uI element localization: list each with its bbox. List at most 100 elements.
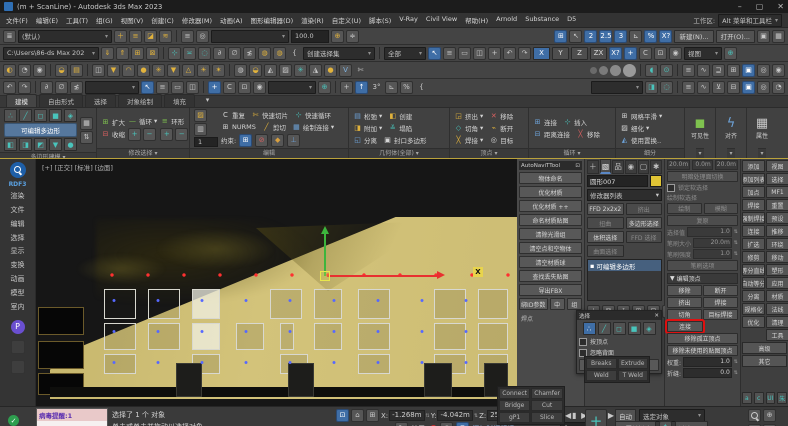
open-file-button[interactable]: 打开(O)... — [716, 30, 755, 43]
ribbon-panel-visibility[interactable]: ◼ 可见性 ▾ — [685, 108, 716, 158]
poly-op-button[interactable]: Bridge — [499, 400, 530, 411]
brush-strength-field[interactable]: 1.0 — [693, 249, 732, 259]
maxscript-mini-listener[interactable]: 病毒提醒:1 — [36, 408, 108, 426]
region-rect-icon[interactable]: ▭ — [171, 81, 184, 94]
plugin-button[interactable]: 重置 — [766, 199, 788, 211]
selection-panel-close-icon[interactable]: ✕ — [654, 313, 659, 319]
poly-op-button[interactable]: Weld — [586, 370, 617, 381]
utilities-tab[interactable]: ✱ — [650, 160, 662, 174]
bind-spacewarp-icon[interactable]: ≴ — [243, 47, 256, 60]
move-icon[interactable]: + — [488, 47, 501, 60]
menu-item[interactable]: 脚本(S) — [369, 15, 391, 25]
gizmo-center[interactable] — [320, 271, 330, 281]
modifier-set-button[interactable]: 曲面选择 — [587, 245, 624, 257]
snap-3d-icon[interactable]: 3 — [614, 30, 627, 43]
selection-value-field[interactable]: 1.0 — [687, 227, 732, 237]
manipulate-icon[interactable]: + — [340, 81, 353, 94]
script-button[interactable]: 导出FBX — [519, 284, 582, 296]
ribbon-tab[interactable]: 对象绘制 — [118, 94, 162, 107]
select-placement-icon[interactable]: ◉ — [253, 81, 266, 94]
extrude-vertex-button[interactable]: 挤出 — [667, 297, 702, 308]
sidebar-item[interactable]: 模型 — [11, 288, 25, 299]
curve-icon[interactable]: ∿ — [697, 81, 710, 94]
close-button[interactable]: ✕ — [777, 2, 784, 11]
array-icon[interactable]: ⊙ — [660, 64, 673, 77]
select-brush-icon[interactable]: ↖ — [569, 30, 582, 43]
preview-multi-icon[interactable]: ◩ — [34, 138, 47, 151]
ribbon-tab[interactable]: 建模 — [6, 94, 37, 107]
import-icon[interactable]: ⇓ — [101, 47, 114, 60]
poly-op-button[interactable]: Cut — [531, 400, 563, 411]
note-icon[interactable]: ◒ — [55, 64, 68, 77]
named-set-dropdown[interactable]: ▾ — [85, 81, 139, 94]
remove-isolated-button[interactable]: 移除孤立顶点 — [667, 333, 738, 344]
big-add-icon[interactable]: + — [585, 409, 607, 426]
modifier-set-button[interactable]: 体积选择 — [587, 231, 624, 243]
select-by-name-icon[interactable]: ≡ — [443, 47, 456, 60]
snap-2d-icon[interactable]: 2 — [584, 30, 597, 43]
cut-button[interactable]: ╱剪切 — [262, 122, 286, 133]
angle-snap-label-icon[interactable]: 3° — [370, 81, 383, 94]
menu-item[interactable]: 图形编辑器(D) — [251, 15, 294, 25]
ribbon-group-modsel[interactable]: 修改选择 ▾ — [97, 148, 189, 158]
editable-poly-button[interactable]: 可编辑多边形 — [4, 123, 77, 137]
ribbon-group-loops[interactable]: 循环 ▾ — [529, 148, 615, 158]
brush-size-field[interactable]: 20.0m — [693, 238, 732, 248]
poly-op-button[interactable]: Connect — [499, 388, 530, 399]
remove-vertex-button[interactable]: 移除 — [667, 285, 702, 296]
chamfer-vertex-button[interactable]: 切角 — [667, 309, 702, 320]
by-vertex-checkbox[interactable] — [579, 338, 587, 346]
select-name-icon[interactable]: ≡ — [156, 81, 169, 94]
plugin-button[interactable]: MF1 — [766, 186, 788, 198]
vertex-subobject-icon[interactable]: ∴ — [583, 322, 596, 335]
menu-item[interactable]: 工具(T) — [66, 15, 88, 25]
align-icon[interactable]: ≑ — [346, 30, 359, 43]
insert-loop-button[interactable]: ⊹插入 — [563, 117, 587, 128]
ab-icon[interactable]: ⊟ — [727, 81, 740, 94]
layer-a-icon[interactable]: ≡ — [682, 81, 695, 94]
bulb-icon[interactable]: ● — [324, 64, 337, 77]
sidebar-item[interactable]: 文件 — [11, 205, 25, 216]
plugin-other-button[interactable]: 其它 — [742, 355, 787, 367]
plugin-button[interactable]: 焊接 — [742, 199, 765, 211]
plugin-button[interactable]: 等分直线 — [742, 264, 765, 276]
toggle-command-icon[interactable]: ⇅ — [80, 131, 93, 144]
bind-icon[interactable]: ≴ — [70, 81, 83, 94]
ribbon-group-geometry[interactable]: 几何体(全部) ▾ — [349, 148, 449, 158]
break-link-icon[interactable]: ∅ — [55, 81, 68, 94]
gear-icon[interactable]: ✳ — [152, 64, 165, 77]
remove-unused-map-button[interactable]: 移除未使用的贴图顶点 — [667, 345, 738, 356]
ring-button[interactable]: ≡环形 — [160, 116, 188, 127]
project-path-dropdown[interactable]: C:\Users\86-ds Max 202▾ — [3, 47, 99, 60]
dome-light-icon[interactable]: ◠ — [122, 64, 135, 77]
blur-button[interactable]: 模糊 — [704, 203, 739, 214]
bubble-value[interactable]: 20.0m — [715, 160, 738, 170]
poly-op-button[interactable]: Breaks — [586, 358, 617, 369]
autosave-icon[interactable]: ▣ — [742, 81, 755, 94]
target-weld-button2[interactable]: 目标焊接 — [703, 309, 738, 320]
teapot-b-icon[interactable]: ◍ — [273, 47, 286, 60]
lock-softsel-checkbox[interactable] — [667, 184, 675, 192]
percent-snap-icon[interactable]: % — [644, 30, 657, 43]
attach-button[interactable]: ◨附加▾ — [353, 123, 382, 134]
save-plus-icon[interactable]: ▦ — [772, 30, 785, 43]
constraint-edge-icon[interactable]: ⊘ — [255, 134, 268, 147]
menu-item[interactable]: D5 — [567, 15, 576, 25]
menu-item[interactable]: V-Ray — [399, 15, 418, 25]
plugin-button[interactable]: 强制焊接 — [742, 212, 765, 224]
display-filter-dropdown[interactable]: ▾ — [211, 30, 289, 43]
object-color-swatch[interactable] — [650, 175, 662, 187]
percent-icon[interactable]: % — [400, 81, 413, 94]
script-button[interactable]: 清空点和空物体 — [519, 242, 582, 254]
paint-button[interactable]: 绘制 — [667, 203, 702, 214]
script-button[interactable]: 优化材质 ++ — [519, 200, 582, 212]
meshsmooth-button[interactable]: ⊞网格平滑▾ — [620, 111, 680, 122]
poly-op-button[interactable]: Extrude — [618, 358, 649, 369]
x-coord-value[interactable]: -1.268m — [389, 410, 424, 421]
motion-tab[interactable]: ◉ — [625, 160, 637, 174]
sun-icon[interactable]: ☀ — [197, 64, 210, 77]
circle-toggle-icon[interactable]: ◎ — [440, 422, 453, 426]
export-icon[interactable]: ⇑ — [116, 47, 129, 60]
plugin-button[interactable]: 优化 — [742, 316, 765, 328]
modify-tab[interactable]: ▧ — [600, 159, 612, 174]
